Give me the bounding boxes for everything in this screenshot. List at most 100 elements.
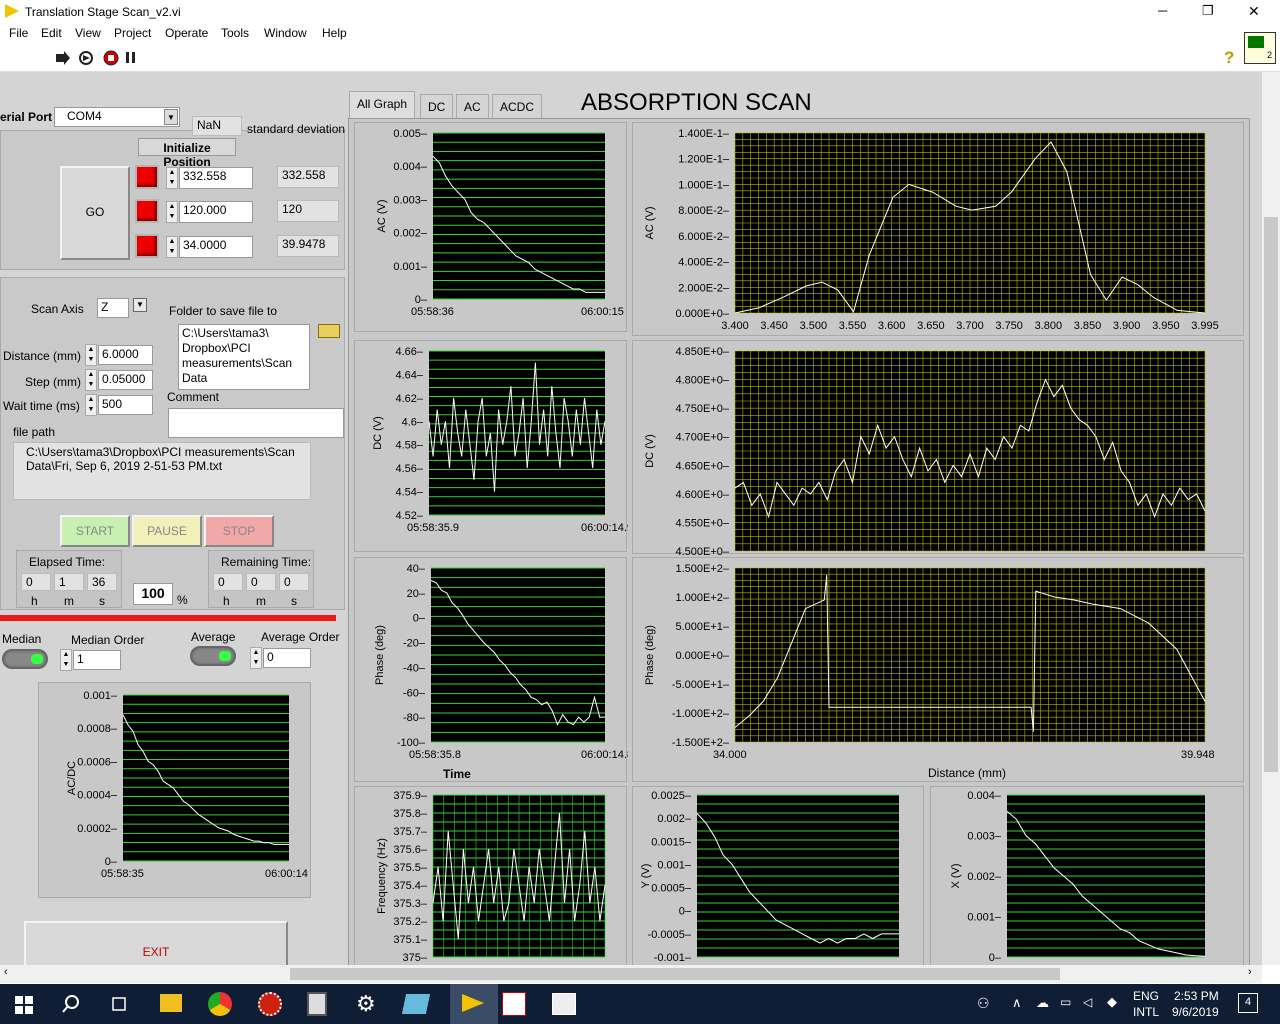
average-order-input[interactable]: 0 — [263, 648, 311, 668]
network-icon[interactable]: ▭ — [1060, 995, 1071, 1009]
menu-project[interactable]: Project — [114, 26, 151, 40]
step-spinner[interactable]: ▲ ▼ — [85, 369, 97, 391]
minimize-button[interactable]: ─ — [1158, 3, 1167, 18]
tab-acdc[interactable]: ACDC — [492, 94, 543, 118]
file-explorer-icon[interactable] — [160, 994, 182, 1012]
exit-button[interactable]: EXIT — [24, 921, 288, 965]
thorlabs-icon[interactable] — [502, 992, 526, 1016]
scroll-right-icon[interactable]: › — [1248, 966, 1252, 978]
position-1-spinner[interactable]: ▲ ▼ — [166, 167, 178, 189]
menu-tools[interactable]: Tools — [221, 26, 249, 40]
comment-input[interactable] — [168, 408, 344, 438]
median-toggle[interactable] — [2, 649, 48, 669]
browse-folder-icon[interactable] — [318, 324, 340, 338]
phase-distance-ytick: 5.000E+1– — [675, 621, 729, 633]
pause-icon[interactable] — [125, 51, 137, 65]
close-button[interactable]: ✕ — [1248, 3, 1260, 20]
horizontal-scrollbar[interactable]: ‹ › — [0, 965, 1262, 983]
step-input[interactable]: 0.05000 — [98, 370, 153, 390]
menu-file[interactable]: File — [9, 26, 28, 40]
ac-time-frame: 0.005– 0.004– 0.003– 0.002– 0.001– 0– AC (V) 05… — [354, 122, 627, 332]
percent-unit: % — [177, 593, 188, 607]
run-continuously-icon[interactable] — [78, 50, 94, 66]
average-toggle[interactable] — [190, 646, 236, 666]
start-icon[interactable] — [15, 996, 33, 1014]
calculator-icon[interactable] — [307, 992, 327, 1016]
wait-input[interactable]: 500 — [98, 395, 153, 415]
kbd-indicator[interactable]: INTL — [1133, 1005, 1159, 1019]
position-1-input[interactable]: 332.558 — [179, 167, 253, 189]
lang-indicator[interactable]: ENG — [1133, 989, 1159, 1003]
average-order-spinner[interactable]: ▲ ▼ — [250, 647, 262, 669]
dc-distance-ytick: 4.600E+0– — [675, 489, 729, 501]
photos-icon[interactable] — [552, 993, 576, 1015]
position-2-input[interactable]: 120.000 — [179, 201, 253, 223]
cloud-icon[interactable]: ☁ — [1036, 995, 1049, 1011]
y-time-ytick: 0.002– — [657, 813, 692, 825]
menu-help[interactable]: Help — [322, 26, 347, 40]
distance-input[interactable]: 6.0000 — [98, 345, 153, 365]
acdc-time-ylabel: AC/DC — [66, 761, 78, 795]
remaining-m-unit: m — [256, 594, 266, 608]
acdc-time-ytick: 0.0004– — [77, 790, 118, 802]
scroll-left-icon[interactable]: ‹ — [4, 966, 8, 978]
menu-window[interactable]: Window — [264, 26, 307, 40]
menu-edit[interactable]: Edit — [41, 26, 62, 40]
maximize-button[interactable]: ❐ — [1202, 3, 1214, 19]
people-icon[interactable]: ⚇ — [977, 995, 990, 1012]
vertical-scroll-thumb[interactable] — [1264, 217, 1278, 772]
ac-distance-graph: 1.400E-1– 1.200E-1– 1.000E-1– 8.000E-2– 6.00… — [644, 128, 1219, 332]
scan-axis-label: Scan Axis — [31, 302, 84, 316]
settings-icon[interactable]: ⚙ — [356, 992, 376, 1016]
horizontal-scroll-thumb[interactable] — [290, 968, 1060, 980]
dc-time-ytick: 4.56– — [395, 463, 423, 475]
menu-view[interactable]: View — [75, 26, 101, 40]
notifications-icon[interactable]: 4 — [1238, 993, 1258, 1013]
search-icon[interactable] — [62, 995, 80, 1013]
scan-axis-select[interactable]: Z — [97, 298, 129, 318]
clock-date[interactable]: 9/6/2019 — [1172, 1005, 1219, 1019]
serial-port-dropdown-icon[interactable]: ▼ — [164, 109, 178, 125]
freq-time-frame: 375.9– 375.8– 375.7– 375.6– 375.5– 375.4– 375.… — [354, 786, 627, 965]
app-icon[interactable] — [258, 992, 282, 1016]
labview-taskbar-item[interactable] — [450, 984, 498, 1024]
abort-icon[interactable] — [103, 50, 119, 66]
dropbox-icon[interactable]: ◆ — [1107, 994, 1117, 1010]
pause-button[interactable]: PAUSE — [132, 515, 202, 547]
task-view-icon[interactable] — [110, 996, 128, 1012]
clock-time[interactable]: 2:53 PM — [1174, 989, 1219, 1003]
menu-operate[interactable]: Operate — [165, 26, 208, 40]
folder-label: Folder to save file to — [169, 304, 278, 318]
ac-time-xend: 06:00:15 — [581, 306, 624, 318]
wait-spinner[interactable]: ▲ ▼ — [85, 394, 97, 416]
dc-distance-ytick: 4.700E+0– — [675, 432, 729, 444]
chevron-up-icon[interactable]: ∧ — [1012, 995, 1022, 1011]
run-arrow-icon[interactable] — [55, 51, 71, 65]
tab-dc[interactable]: DC — [420, 94, 454, 118]
start-button[interactable]: START — [60, 515, 130, 547]
chrome-icon[interactable] — [208, 992, 232, 1016]
vertical-scrollbar[interactable] — [1262, 72, 1280, 965]
median-order-input[interactable]: 1 — [73, 650, 121, 670]
tab-ac[interactable]: AC — [456, 94, 489, 118]
volume-icon[interactable]: ◁ — [1083, 995, 1092, 1009]
y-time-frame: 0.0025– 0.002– 0.0015– 0.001– 0.0005– 0– -0.00… — [632, 786, 924, 965]
go-button[interactable]: GO — [60, 166, 130, 260]
taskbar: ⚙ ⚇ ∧ ☁ ▭ ◁ ◆ ENG INTL 2:53 PM 9/6/2019 … — [0, 984, 1280, 1024]
serial-port-select[interactable]: COM4 — [54, 107, 180, 127]
ac-time-ytick: 0.001– — [393, 261, 428, 273]
median-order-spinner[interactable]: ▲ ▼ — [60, 649, 72, 671]
folder-input[interactable]: C:\Users\tama3\ Dropbox\PCI measurements… — [178, 324, 310, 390]
tab-all-graph[interactable]: All Graph — [349, 91, 416, 118]
position-3-input[interactable]: 34.0000 — [179, 236, 253, 258]
dc-time-ylabel: DC (V) — [372, 416, 384, 450]
help-icon[interactable]: ? — [1224, 48, 1234, 68]
position-3-spinner[interactable]: ▲ ▼ — [166, 236, 178, 258]
stop-button[interactable]: STOP — [204, 515, 274, 547]
ac-distance-xtick: 3.600 — [878, 320, 906, 332]
position-2-spinner[interactable]: ▲ ▼ — [166, 201, 178, 223]
x-time-ytick: 0.002– — [967, 871, 1002, 883]
distance-spinner[interactable]: ▲ ▼ — [85, 344, 97, 366]
app-icon-2[interactable] — [401, 994, 431, 1014]
scan-axis-dropdown-icon[interactable]: ▼ — [133, 298, 147, 312]
